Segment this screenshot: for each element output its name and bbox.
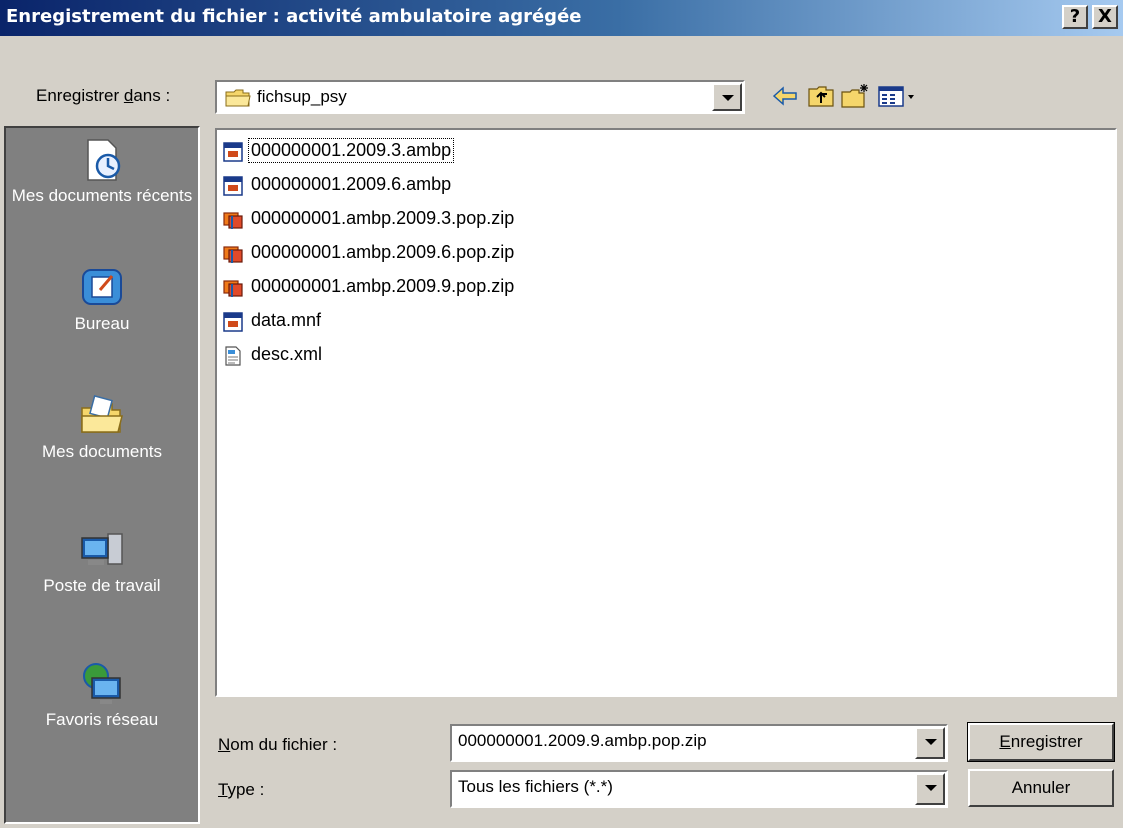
file-name: 000000001.ambp.2009.9.pop.zip: [251, 276, 515, 296]
filetype-value: Tous les fichiers (*.*): [458, 777, 613, 796]
back-arrow-icon[interactable]: [770, 82, 800, 110]
place-label: Favoris réseau: [45, 710, 159, 729]
filename-label: Nom du fichier :: [218, 735, 338, 754]
file-name: 000000001.2009.3.ambp: [247, 138, 455, 163]
my-computer-icon: [81, 533, 123, 565]
window-title: Enregistrement du fichier : activité amb…: [6, 6, 582, 27]
help-button[interactable]: ?: [1062, 5, 1088, 29]
folder-icon: [225, 89, 251, 107]
save-button[interactable]: Enregistrer: [967, 722, 1115, 762]
place-label: Poste de travail: [43, 576, 161, 595]
xml-file-icon: [225, 346, 241, 366]
place-network[interactable]: Favoris réseau: [6, 660, 198, 730]
close-button[interactable]: X: [1092, 5, 1118, 29]
new-folder-icon[interactable]: [840, 82, 870, 110]
desktop-icon: [82, 269, 122, 305]
title-bar: Enregistrement du fichier : activité amb…: [0, 0, 1123, 36]
recent-documents-icon: [87, 139, 121, 181]
ambp-file-icon: [223, 312, 243, 332]
my-documents-icon: [81, 395, 123, 433]
zip-archive-icon: [223, 280, 243, 297]
places-bar: Mes documents récents Bureau Mes documen…: [4, 126, 200, 824]
save-in-dropdown-button[interactable]: [712, 83, 742, 111]
place-recent-documents[interactable]: Mes documents récents: [6, 136, 198, 206]
file-name: 000000001.ambp.2009.6.pop.zip: [251, 242, 515, 262]
cancel-button[interactable]: Annuler: [968, 769, 1114, 807]
place-my-documents[interactable]: Mes documents: [6, 392, 198, 462]
zip-archive-icon: [223, 212, 243, 229]
view-menu-icon[interactable]: [876, 82, 918, 110]
ambp-file-icon: [223, 142, 243, 162]
zip-archive-icon: [223, 246, 243, 263]
place-label: Bureau: [74, 314, 130, 333]
file-name: 000000001.ambp.2009.3.pop.zip: [251, 208, 515, 228]
filetype-label: Type :: [218, 780, 265, 799]
filename-combo[interactable]: 000000001.2009.9.ambp.pop.zip: [450, 724, 948, 762]
place-label: Mes documents: [42, 442, 162, 461]
place-my-computer[interactable]: Poste de travail: [6, 526, 198, 596]
filename-input[interactable]: 000000001.2009.9.ambp.pop.zip: [458, 731, 707, 751]
current-folder-text: fichsup_psy: [257, 87, 347, 106]
file-name: data.mnf: [251, 310, 322, 330]
network-places-icon: [83, 663, 121, 704]
ambp-file-icon: [223, 176, 243, 196]
filetype-dropdown-button[interactable]: [915, 773, 945, 805]
file-list[interactable]: 000000001.2009.3.ambp 000000001.2009.6.a…: [215, 128, 1117, 697]
save-in-label: Enregistrer dans :: [36, 86, 171, 105]
up-folder-icon[interactable]: [806, 82, 836, 110]
filetype-select[interactable]: Tous les fichiers (*.*): [450, 770, 948, 808]
place-label: Mes documents récents: [11, 186, 193, 205]
file-name: desc.xml: [251, 344, 323, 364]
place-desktop[interactable]: Bureau: [6, 264, 198, 334]
file-name: 000000001.2009.6.ambp: [251, 174, 452, 194]
filename-dropdown-button[interactable]: [915, 727, 945, 759]
save-in-combo[interactable]: fichsup_psy: [215, 80, 745, 114]
